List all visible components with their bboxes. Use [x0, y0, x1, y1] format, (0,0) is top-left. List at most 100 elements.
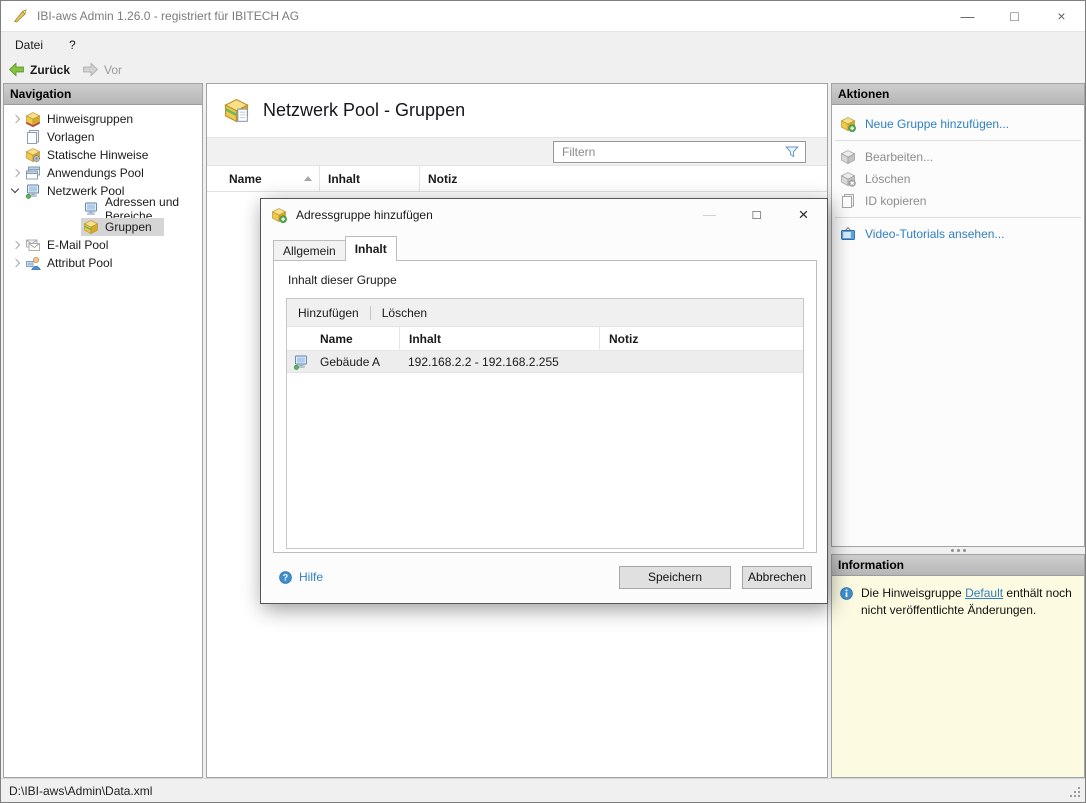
close-button[interactable]: × — [1038, 1, 1085, 31]
grid-header: Name Inhalt Notiz — [287, 327, 803, 351]
navigation-panel-header: Navigation — [4, 84, 202, 105]
chevron-right-icon[interactable] — [9, 238, 23, 252]
cancel-button[interactable]: Abbrechen — [742, 565, 812, 589]
dialog-controls: — □ × — [686, 199, 827, 230]
column-header-inhalt[interactable]: Inhalt — [319, 166, 419, 191]
data-file-path: D:\IBI-aws\Admin\Data.xml — [9, 783, 153, 798]
separator — [835, 217, 1081, 218]
panel-splitter[interactable] — [831, 547, 1085, 554]
information-panel-header: Information — [832, 555, 1084, 576]
grid-add-button[interactable]: Hinzufügen — [298, 306, 359, 320]
separator — [835, 140, 1081, 141]
group-content-label: Inhalt dieser Gruppe — [288, 273, 397, 287]
action-add-group[interactable]: Neue Gruppe hinzufügen... — [832, 113, 1084, 135]
menubar: Datei ? — [1, 33, 1085, 57]
main-toolbar: Zurück Vor — [1, 57, 1085, 82]
table-row[interactable]: Gebäude A 192.168.2.2 - 192.168.2.255 — [287, 351, 803, 373]
action-copy-id[interactable]: ID kopieren — [832, 190, 1084, 212]
addresses-icon — [83, 201, 99, 217]
window-title: IBI-aws Admin 1.26.0 - registriert für I… — [37, 9, 300, 23]
default-group-link[interactable]: Default — [965, 586, 1003, 600]
main-header: Netzwerk Pool - Gruppen — [207, 84, 827, 137]
add-address-group-dialog: Adressgruppe hinzufügen — □ × Allgemein … — [260, 198, 828, 604]
dialog-minimize-button: — — [703, 207, 716, 222]
dialog-title: Adressgruppe hinzufügen — [296, 207, 433, 222]
tab-allgemein[interactable]: Allgemein — [273, 240, 346, 261]
sort-ascending-icon — [304, 176, 312, 181]
dialog-add-group-icon — [271, 207, 287, 223]
column-header-inhalt[interactable]: Inhalt — [399, 327, 599, 350]
sidebar-item-email-pool[interactable]: E-Mail Pool — [4, 236, 202, 254]
sidebar-item-adressen-und-bereiche[interactable]: Adressen und Bereiche — [4, 195, 202, 223]
help-link[interactable]: ? Hilfe — [278, 569, 323, 585]
information-panel: Information Die Hinweisgruppe Default en… — [831, 554, 1085, 778]
table-header: Name Inhalt Notiz — [207, 166, 827, 192]
resize-grip-icon[interactable] — [1070, 787, 1081, 798]
menu-datei[interactable]: Datei — [15, 38, 43, 52]
dialog-titlebar: Adressgruppe hinzufügen — □ × — [261, 199, 827, 230]
action-edit[interactable]: Bearbeiten... — [832, 146, 1084, 168]
attribute-pool-icon — [25, 255, 41, 271]
back-arrow-icon — [8, 61, 25, 78]
filter-input[interactable] — [554, 144, 784, 159]
save-button[interactable]: Speichern — [619, 565, 731, 589]
dialog-footer: ? Hilfe Speichern Abbrechen — [261, 557, 827, 603]
dialog-tabs: Allgemein Inhalt — [273, 236, 397, 261]
filter-row — [207, 137, 827, 166]
statusbar: D:\IBI-aws\Admin\Data.xml — [1, 778, 1085, 802]
network-groups-icon — [223, 97, 250, 124]
page-title: Netzwerk Pool - Gruppen — [263, 100, 466, 120]
chevron-right-icon[interactable] — [9, 112, 23, 126]
sidebar-item-hinweisgruppen[interactable]: Hinweisgruppen — [4, 110, 202, 128]
column-header-notiz[interactable]: Notiz — [419, 166, 827, 191]
email-pool-icon — [25, 237, 41, 253]
column-header-name[interactable]: Name — [207, 166, 319, 191]
help-icon: ? — [278, 570, 293, 585]
action-delete[interactable]: Löschen — [832, 168, 1084, 190]
action-list: Neue Gruppe hinzufügen... Bearbeiten... … — [832, 105, 1084, 245]
filter-icon[interactable] — [784, 144, 800, 160]
sidebar-item-vorlagen[interactable]: Vorlagen — [4, 128, 202, 146]
chevron-down-icon[interactable] — [9, 184, 23, 198]
chevron-right-icon[interactable] — [9, 166, 23, 180]
separator — [369, 305, 371, 320]
action-video-tutorials[interactable]: Video-Tutorials ansehen... — [832, 223, 1084, 245]
application-pool-icon — [25, 165, 41, 181]
actions-panel-header: Aktionen — [832, 84, 1084, 105]
add-group-icon — [840, 116, 856, 132]
copy-id-icon — [840, 193, 856, 209]
titlebar: IBI-aws Admin 1.26.0 - registriert für I… — [1, 1, 1085, 32]
sidebar-item-attribut-pool[interactable]: Attribut Pool — [4, 254, 202, 272]
actions-panel: Aktionen Neue Gruppe hinzufügen... Bearb… — [831, 83, 1085, 547]
grid-delete-button[interactable]: Löschen — [382, 306, 427, 320]
forward-button[interactable]: Vor — [82, 61, 122, 78]
network-pool-icon — [25, 183, 41, 199]
menu-help[interactable]: ? — [69, 38, 76, 52]
navigation-panel: Navigation Hinweisgruppen Vorlagen Stati… — [3, 83, 203, 778]
delete-icon — [840, 171, 856, 187]
chevron-right-icon[interactable] — [9, 256, 23, 270]
window-controls: — □ × — [944, 1, 1085, 31]
edit-icon — [840, 149, 856, 165]
sidebar-item-statische-hinweise[interactable]: Statische Hinweise — [4, 146, 202, 164]
filter-box — [553, 140, 806, 163]
templates-icon — [25, 129, 41, 145]
grid-toolbar: Hinzufügen Löschen — [287, 299, 803, 327]
column-header-name[interactable]: Name — [315, 327, 399, 350]
minimize-button[interactable]: — — [944, 1, 991, 31]
info-icon — [839, 586, 854, 601]
video-tutorials-icon — [840, 226, 856, 242]
tab-inhalt[interactable]: Inhalt — [344, 236, 397, 261]
column-header-icon — [287, 327, 315, 350]
dialog-close-button[interactable]: × — [780, 199, 827, 230]
dialog-maximize-button[interactable]: □ — [733, 199, 780, 230]
group-content-grid: Hinzufügen Löschen Name Inhalt Notiz Geb… — [286, 298, 804, 549]
sidebar-item-anwendungs-pool[interactable]: Anwendungs Pool — [4, 164, 202, 182]
back-button[interactable]: Zurück — [8, 61, 70, 78]
column-header-notiz[interactable]: Notiz — [599, 327, 803, 350]
groups-icon — [83, 219, 99, 235]
maximize-button[interactable]: □ — [991, 1, 1038, 31]
app-logo-icon — [12, 8, 28, 24]
